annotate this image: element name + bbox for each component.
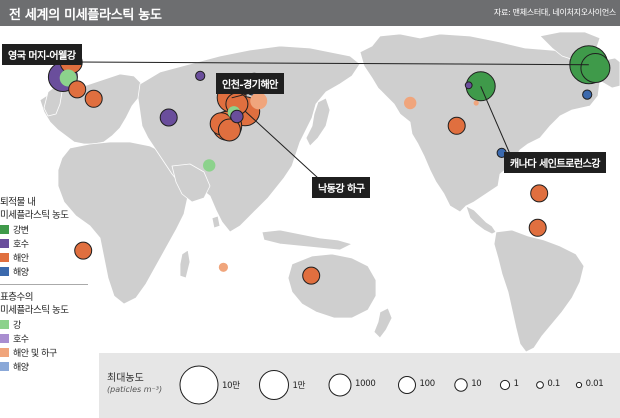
callout-nakdong: 낙동강 하구 (312, 177, 371, 198)
point-japan-coast-surface (250, 92, 268, 110)
legend-sediment-swatch (0, 252, 9, 262)
legend-sediment-item: 해안 (0, 250, 95, 264)
point-uk-north (580, 53, 611, 83)
legend-surface-label: 해안 및 하구 (13, 348, 57, 359)
legend-sediment-swatch (0, 224, 9, 234)
point-mediterranean-east (84, 89, 103, 108)
central-america-land (465, 205, 497, 235)
size-legend-circle (575, 381, 583, 389)
legend-sediment-swatch (0, 266, 9, 276)
legend-divider (0, 284, 88, 285)
legend-surface-swatch (0, 347, 9, 357)
source-credit: 자료: 맨체스터대, 네이처지오사이언스 (493, 8, 616, 17)
size-legend-label: 1 (513, 379, 519, 389)
legend-sediment-label: 강변 (13, 225, 29, 236)
point-brazil-coast (530, 184, 549, 203)
point-gulf-of-mexico-coast (447, 116, 466, 135)
new-zealand-land (373, 307, 393, 339)
size-legend-label: 10 (471, 379, 482, 389)
size-legend-label: 1000 (355, 379, 376, 389)
size-legend-label: 10만 (222, 381, 240, 391)
legend-sediment-title-1: 퇴적물 내 (0, 197, 36, 208)
point-mongolia-lake (195, 70, 206, 82)
infographic: 전 세계의 미세플라스틱 농도 자료: 맨체스터대, 네이처지오사이언스 영국 … (0, 0, 620, 418)
legend-surface-item: 해안 및 하구 (0, 345, 95, 359)
point-mediterranean-coast (68, 80, 87, 99)
legend-sediment-label: 해안 (13, 253, 29, 264)
point-argentina-coast (528, 218, 547, 237)
legend-sediment-item: 호수 (0, 236, 95, 250)
legend-surface-swatch (0, 361, 9, 371)
point-australia-coast-surface (218, 262, 228, 272)
callout-incheon: 인천-경기해안 (216, 73, 284, 94)
size-legend: 최대농도 (paticles m⁻³) 10만 1만 1000 100 10 1 0.1 0.… (99, 353, 620, 418)
legend-sediment-item: 강변 (0, 222, 95, 236)
point-us-east-coast-surface (473, 100, 479, 106)
australia-land (287, 253, 377, 319)
legend-sediment-label: 호수 (13, 239, 29, 250)
south-america-land (493, 229, 585, 353)
legend-surface-item: 강 (0, 317, 95, 331)
size-legend-circle (499, 379, 511, 391)
callout-mersey: 영국 머지-어웰강 (2, 44, 82, 65)
legend-surface-list: 강호수해안 및 하구해양 (0, 317, 95, 373)
legend-surface-swatch (0, 319, 9, 329)
size-legend-label: 0.1 (547, 379, 561, 389)
size-legend-label: 100 (419, 379, 436, 389)
legend-sediment-label: 해양 (13, 267, 29, 278)
legend-sediment-list: 강변호수해안해양 (0, 222, 95, 278)
legend-surface-label: 해양 (13, 362, 29, 373)
legend-surface-item: 해양 (0, 359, 95, 373)
page-title: 전 세계의 미세플라스틱 농도 (9, 8, 162, 23)
callout-stlawrence: 캐나다 세인트로런스강 (504, 152, 606, 173)
size-legend-circle (328, 373, 352, 397)
sri-lanka-land (211, 215, 221, 229)
point-china-lake (230, 109, 244, 124)
size-legend-label: 0.01 (585, 379, 604, 389)
legend-surface-title-1: 표층수의 (0, 292, 33, 303)
legend: 퇴적물 내 미세플라스틱 농도 강변 호수 해안 해양 표층수의 미세플라스틱 농도 … (0, 196, 95, 373)
legend-sediment-swatch (0, 238, 9, 248)
legend-surface-label: 강 (13, 320, 21, 331)
legend-surface-item: 호수 (0, 331, 95, 345)
size-legend-label: 1만 (292, 381, 306, 391)
point-india-lake (159, 108, 178, 127)
indonesia-land (261, 229, 353, 251)
legend-sediment-title-2: 미세플라스틱 농도 (0, 210, 69, 221)
size-legend-circle (259, 370, 289, 400)
point-iberia-ocean (582, 89, 593, 100)
legend-sediment-item: 해양 (0, 264, 95, 278)
madagascar-land (179, 249, 191, 279)
point-new-zealand-coast (302, 266, 321, 285)
header-bar: 전 세계의 미세플라스틱 농도 자료: 맨체스터대, 네이처지오사이언스 (0, 0, 620, 26)
point-california-coast-surface (404, 96, 417, 110)
size-legend-circle (536, 381, 544, 389)
size-legend-circle (454, 378, 468, 392)
point-se-asia-river-surface (203, 159, 216, 172)
legend-surface-swatch (0, 333, 9, 343)
legend-surface-label: 호수 (13, 334, 29, 345)
size-legend-circle (398, 376, 416, 394)
point-great-lakes (464, 81, 473, 90)
legend-surface-title-2: 미세플라스틱 농도 (0, 305, 69, 316)
size-legend-circle (179, 365, 219, 405)
